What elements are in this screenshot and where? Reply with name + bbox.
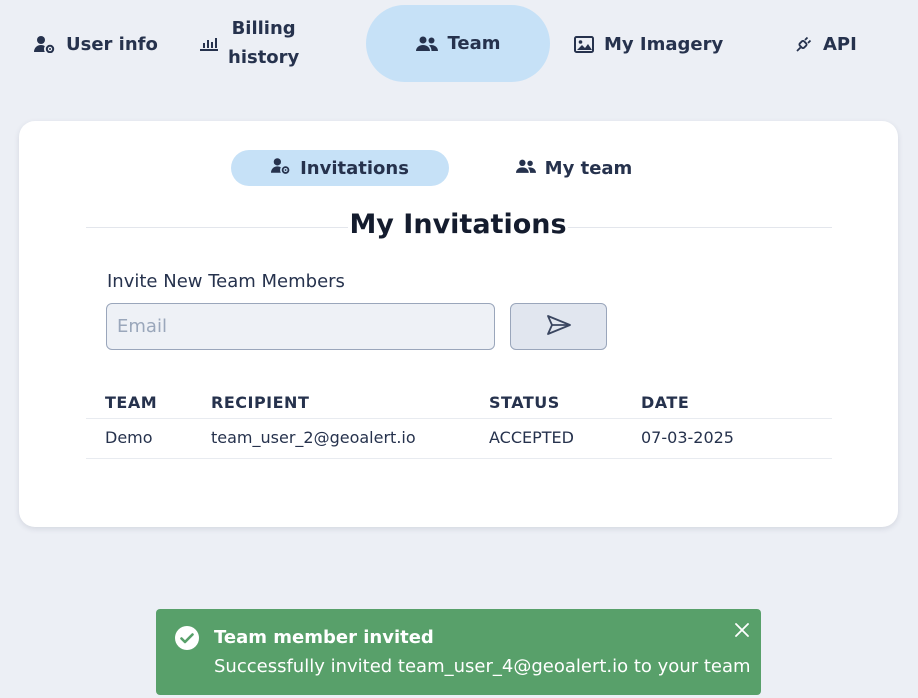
column-header-status: STATUS [489,393,560,412]
plug-icon [795,35,813,53]
subtab-label: Invitations [300,157,409,179]
divider [86,227,348,228]
cell-recipient: team_user_2@geoalert.io [211,428,416,447]
close-toast-button[interactable] [728,617,756,645]
invitations-table: TEAM RECIPIENT STATUS DATE Demo team_use… [86,387,832,459]
team-card: Invitations My team My Invitations Invit… [19,121,898,527]
subtab-label: My team [544,157,633,179]
divider [568,227,832,228]
user-gear-icon [271,157,291,179]
users-icon [415,36,438,52]
send-icon [546,314,572,340]
image-icon [574,35,594,53]
bar-chart-icon [200,35,218,51]
table-header-row: TEAM RECIPIENT STATUS DATE [86,387,832,419]
table-row: Demo team_user_2@geoalert.io ACCEPTED 07… [86,419,832,459]
page-title: My Invitations [349,209,567,240]
toast-title: Team member invited [214,627,434,648]
nav-tab-user-info[interactable]: User info [34,28,158,60]
close-icon [735,622,749,641]
nav-tab-label: API [823,33,857,55]
column-header-recipient: RECIPIENT [211,393,310,412]
invite-label: Invite New Team Members [107,271,345,292]
success-toast: Team member invited Successfully invited… [156,609,761,695]
users-icon [515,158,536,179]
subtab-my-team[interactable]: My team [509,150,639,186]
subtab-invitations[interactable]: Invitations [231,150,449,186]
cell-team: Demo [105,428,153,447]
column-header-team: TEAM [105,393,158,412]
cell-date: 07-03-2025 [641,428,734,447]
nav-tab-billing-history[interactable]: Billing history [200,14,299,72]
email-input[interactable] [106,303,495,350]
nav-tab-label: User info [66,33,158,55]
nav-tab-label: Billing history [228,18,300,68]
cell-status: ACCEPTED [489,428,574,447]
nav-tab-my-imagery[interactable]: My Imagery [574,28,723,60]
send-invite-button[interactable] [510,303,607,350]
nav-tab-api[interactable]: API [795,28,857,60]
nav-tab-team[interactable]: Team [366,5,550,82]
toast-message: Successfully invited team_user_4@geoaler… [214,656,751,677]
check-circle-icon [175,626,199,654]
section-header: My Invitations [86,207,832,247]
nav-tab-label: My Imagery [604,33,724,55]
top-nav: User info Billing history Team My Imager… [0,0,918,92]
column-header-date: DATE [641,393,690,412]
user-gear-icon [34,35,56,53]
nav-tab-label: Team [447,33,501,54]
